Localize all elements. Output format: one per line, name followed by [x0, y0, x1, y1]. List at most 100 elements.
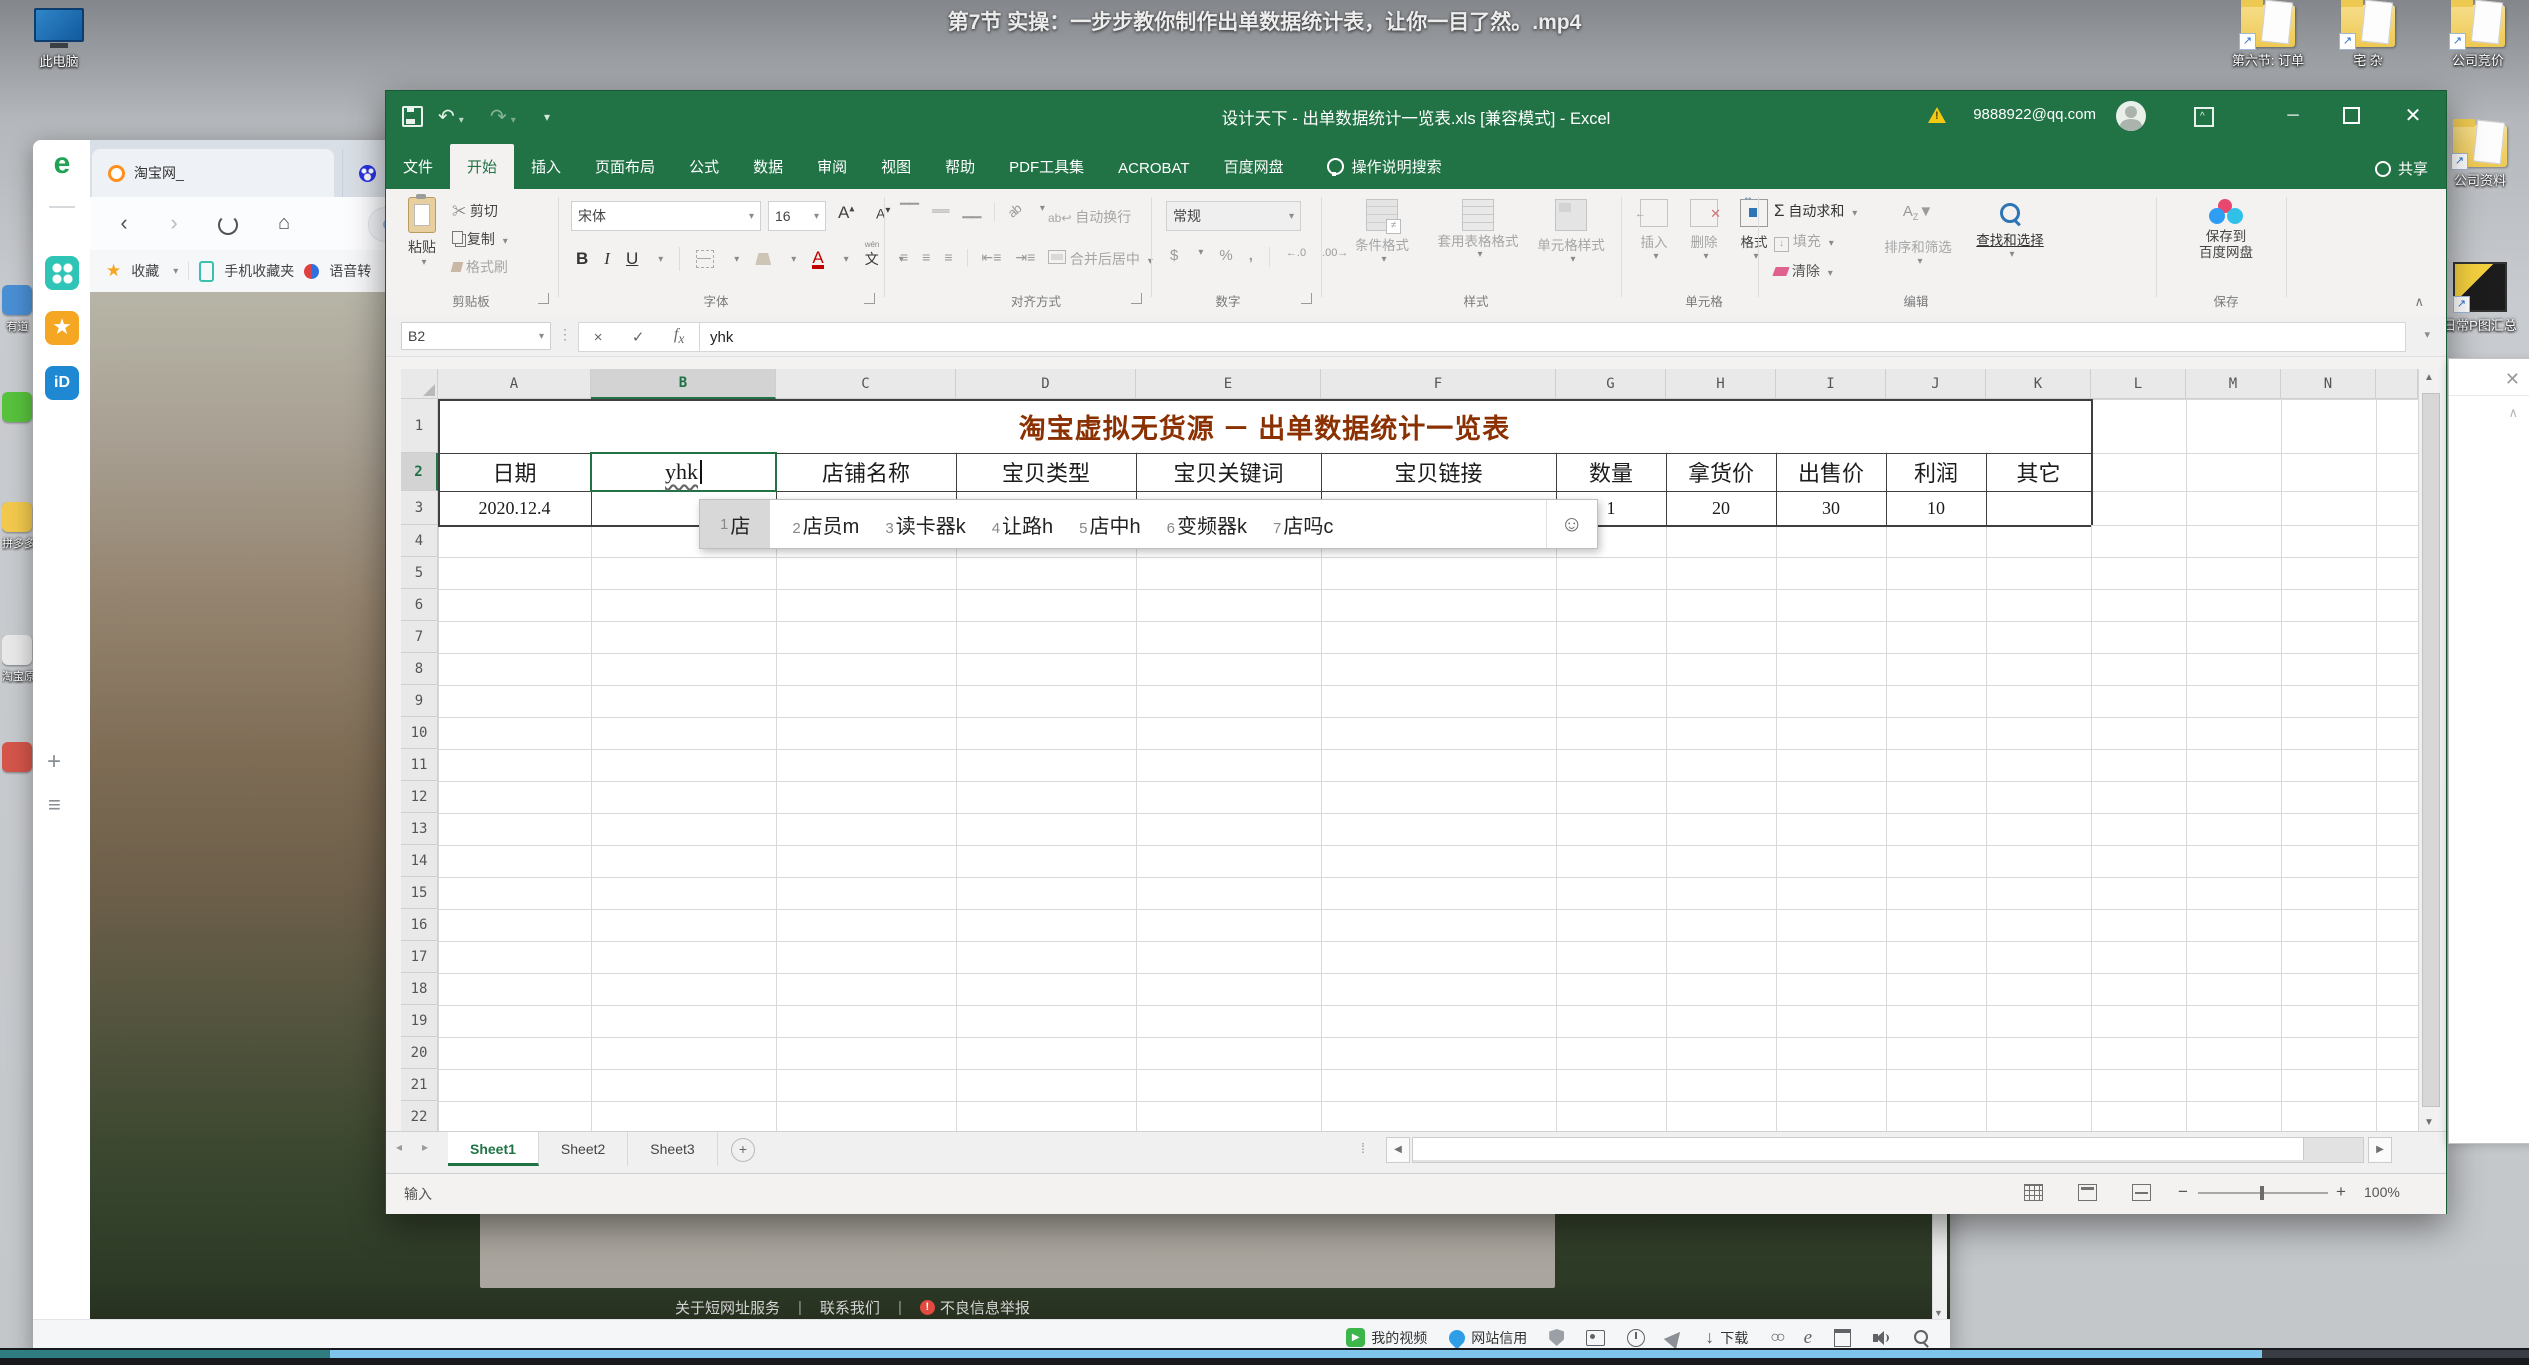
ribbon-tab-ACROBAT[interactable]: ACROBAT — [1101, 148, 1206, 189]
close-button[interactable]: ✕ — [2390, 91, 2436, 141]
cut-button[interactable]: ✂ 剪切 — [452, 201, 498, 221]
scrollbar-thumb[interactable] — [2422, 393, 2440, 1107]
my-videos-button[interactable]: ▶ 我的视频 — [1346, 1328, 1427, 1348]
row-header-1[interactable]: 1 — [401, 399, 438, 453]
grow-font-button[interactable]: A▴ — [838, 203, 854, 223]
desktop-icon-left-1[interactable] — [2, 392, 33, 425]
spreadsheet-grid[interactable]: ABCDEFGHIJKLMN12345678910111213141516171… — [401, 369, 2418, 1131]
row-header-6[interactable]: 6 — [401, 589, 438, 621]
font-dialog-launcher[interactable] — [864, 293, 875, 304]
column-header-M[interactable]: M — [2186, 369, 2281, 399]
row-header-3[interactable]: 3 — [401, 491, 438, 525]
cancel-entry-icon[interactable]: × — [594, 329, 603, 346]
search-icon[interactable] — [1913, 1329, 1930, 1346]
row-header-7[interactable]: 7 — [401, 621, 438, 653]
desktop-icon-left-0[interactable]: 有道 — [2, 285, 33, 334]
find-select-button[interactable]: 查找和选择▾ — [1964, 201, 2056, 260]
tell-me-search[interactable]: 操作说明搜索 — [1301, 156, 1442, 189]
avatar[interactable] — [2116, 101, 2146, 131]
align-middle-icon[interactable]: ══ — [932, 203, 948, 221]
orientation-icon[interactable]: ab — [1005, 201, 1026, 223]
phonetic-icon[interactable]: wén文 — [865, 249, 879, 269]
font-color-icon[interactable]: A — [812, 250, 823, 269]
gauge-icon[interactable] — [1627, 1329, 1645, 1347]
maximize-button[interactable] — [2328, 91, 2374, 141]
refresh-icon[interactable] — [212, 208, 244, 240]
sheet-tab-Sheet1[interactable]: Sheet1 — [448, 1132, 539, 1166]
share-button[interactable]: 共享 — [2375, 158, 2428, 179]
ribbon-tab-PDF工具集[interactable]: PDF工具集 — [992, 144, 1101, 189]
row-header-9[interactable]: 9 — [401, 685, 438, 717]
row-header-16[interactable]: 16 — [401, 909, 438, 941]
favorites-star-icon[interactable]: ★ — [45, 311, 79, 345]
splitter-dots[interactable]: ⁞ — [1361, 1140, 1365, 1156]
ime-candidate-5[interactable]: 5店中h — [1079, 510, 1140, 539]
hscrollbar-thumb[interactable] — [1413, 1138, 2304, 1160]
align-top-icon[interactable]: ▔▔ — [900, 203, 918, 221]
align-bottom-icon[interactable]: ▁▁ — [962, 203, 980, 221]
format-as-table-button[interactable]: 套用表格格式▾ — [1434, 199, 1522, 260]
column-header-K[interactable]: K — [1986, 369, 2091, 399]
row-header-17[interactable]: 17 — [401, 941, 438, 973]
column-header-L[interactable]: L — [2091, 369, 2186, 399]
sheet-tab-Sheet2[interactable]: Sheet2 — [539, 1132, 628, 1166]
hscroll-left-icon[interactable]: ◀ — [1386, 1137, 1410, 1163]
footer-link[interactable]: 联系我们 — [820, 1297, 880, 1318]
font-name-select[interactable]: 宋体▾ — [571, 201, 761, 231]
row-header-11[interactable]: 11 — [401, 749, 438, 781]
row-header-12[interactable]: 12 — [401, 781, 438, 813]
align-dialog-launcher[interactable] — [1131, 293, 1142, 304]
row-header-2[interactable]: 2 — [401, 453, 438, 491]
insert-cells-button[interactable]: ← 插入▾ — [1632, 199, 1676, 262]
browser-tab-1[interactable]: 淘宝网_ — [92, 149, 334, 197]
forward-icon[interactable]: › — [158, 208, 190, 240]
ribbon-tab-视图[interactable]: 视图 — [864, 144, 928, 189]
column-header-J[interactable]: J — [1886, 369, 1986, 399]
home-icon[interactable]: ⌂ — [268, 208, 300, 240]
shield-icon[interactable] — [1549, 1329, 1564, 1346]
row-header-13[interactable]: 13 — [401, 813, 438, 845]
ie-icon[interactable]: e — [1804, 1327, 1812, 1349]
row-header-10[interactable]: 10 — [401, 717, 438, 749]
cell-J2[interactable]: 利润 — [1886, 453, 1986, 491]
align-left-icon[interactable]: ≡ — [900, 249, 908, 267]
column-header-A[interactable]: A — [438, 369, 591, 399]
fill-button[interactable]: ↓ 填充 ▾ — [1774, 231, 1834, 252]
column-header-G[interactable]: G — [1556, 369, 1666, 399]
autosum-button[interactable]: Σ 自动求和 ▾ — [1774, 201, 1857, 221]
rocket-icon[interactable] — [1664, 1326, 1687, 1349]
sheet-nav-left-icon[interactable]: ◂ — [396, 1140, 402, 1154]
new-sheet-button[interactable]: + — [731, 1138, 755, 1162]
decrease-indent-icon[interactable]: ⇤≡ — [982, 249, 1002, 267]
speaker-icon[interactable] — [1873, 1330, 1891, 1346]
clipboard-dialog-launcher[interactable] — [538, 293, 549, 304]
cell-H3[interactable]: 20 — [1666, 491, 1776, 525]
cell-A2[interactable]: 日期 — [438, 453, 591, 491]
zoom-out-icon[interactable]: − — [2178, 1182, 2188, 1202]
row-header-5[interactable]: 5 — [401, 557, 438, 589]
scroll-up-icon[interactable]: ▲ — [2424, 372, 2434, 383]
scroll-down-icon[interactable]: ▼ — [2424, 1117, 2434, 1128]
merge-center-button[interactable]: 合并后居中 ▾ — [1048, 249, 1153, 269]
download-button[interactable]: ↓ 下载 — [1705, 1327, 1748, 1348]
percent-icon[interactable]: % — [1219, 247, 1232, 267]
wrap-text-button[interactable]: ab↩ 自动换行 — [1048, 207, 1131, 227]
column-header-B[interactable]: B — [591, 369, 776, 399]
cell-A3[interactable]: 2020.12.4 — [438, 491, 591, 525]
browser-logo-icon[interactable]: e — [45, 148, 79, 182]
copy-button[interactable]: 复制 ▾ — [452, 229, 508, 249]
column-header-D[interactable]: D — [956, 369, 1136, 399]
back-icon[interactable]: ‹ — [108, 208, 140, 240]
ribbon-tab-审阅[interactable]: 审阅 — [800, 144, 864, 189]
site-credit-button[interactable]: 网站信用 — [1449, 1328, 1527, 1348]
collapse-ribbon-icon[interactable]: ∧ — [2414, 294, 2424, 310]
ribbon-tab-百度网盘[interactable]: 百度网盘 — [1207, 144, 1301, 189]
link-icon[interactable]: ○○ — [1770, 1329, 1781, 1347]
ime-candidate-7[interactable]: 7店吗c — [1273, 510, 1333, 539]
image-icon[interactable] — [1586, 1330, 1605, 1346]
ribbon-tab-插入[interactable]: 插入 — [514, 144, 578, 189]
column-header-I[interactable]: I — [1776, 369, 1886, 399]
horizontal-scrollbar[interactable] — [1412, 1137, 2364, 1163]
comma-icon[interactable]: , — [1249, 247, 1253, 267]
currency-icon[interactable]: $ — [1170, 247, 1178, 267]
